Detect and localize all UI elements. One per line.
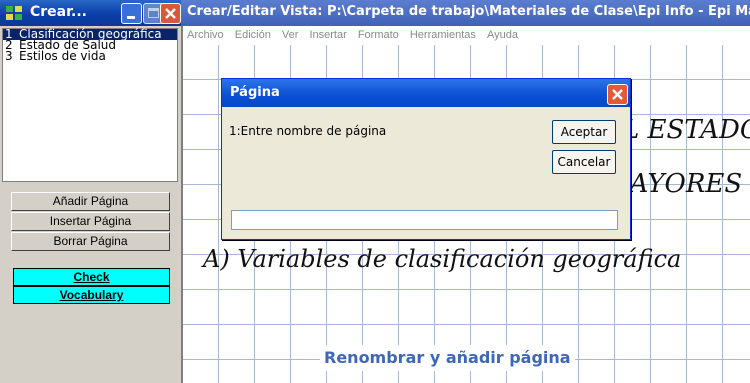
page-name-input[interactable] (231, 210, 618, 230)
menu-archivo[interactable]: Archivo (187, 29, 224, 41)
menu-ver[interactable]: Ver (282, 29, 299, 41)
check-button[interactable]: Check (13, 268, 170, 286)
dialog-close-button[interactable] (607, 84, 628, 105)
menu-herramientas[interactable]: Herramientas (410, 29, 476, 41)
minimize-button[interactable] (121, 3, 142, 24)
app-icon (6, 6, 22, 20)
palette-title-bar[interactable]: Crear... (0, 0, 181, 26)
close-icon (165, 8, 176, 19)
vocabulary-button[interactable]: Vocabulary (13, 286, 170, 304)
heading-variables: A) Variables de clasificación geográfica (203, 245, 682, 273)
add-page-button[interactable]: Añadir Página (11, 192, 170, 211)
insert-page-button[interactable]: Insertar Página (11, 212, 170, 231)
page-list[interactable]: 1 Clasificación geográfica 2 Estado de Sal… (2, 28, 178, 182)
delete-page-button[interactable]: Borrar Página (11, 232, 170, 251)
dialog-title[interactable]: Página (222, 79, 630, 107)
cancel-button[interactable]: Cancelar (552, 150, 616, 174)
menu-formato[interactable]: Formato (358, 29, 399, 41)
menu-edicion[interactable]: Edición (235, 29, 271, 41)
list-item[interactable]: 3 Estilos de vida (3, 50, 177, 62)
main-title-bar[interactable]: Crear/Editar Vista: P:\Carpeta de trabaj… (181, 0, 750, 26)
caption-text: Renombrar y añadir página (320, 345, 575, 371)
menu-ayuda[interactable]: Ayuda (487, 29, 518, 41)
close-icon (612, 89, 623, 100)
menu-insertar[interactable]: Insertar (309, 29, 346, 41)
menu-bar: Archivo Edición Ver Insertar Formato Her… (183, 26, 750, 45)
dialog-prompt: 1:Entre nombre de página (229, 124, 387, 138)
palette-title: Crear... (30, 4, 87, 20)
ok-button[interactable]: Aceptar (552, 120, 616, 144)
page-dialog: Página 1:Entre nombre de página Aceptar … (221, 78, 631, 240)
close-button[interactable] (160, 3, 181, 24)
